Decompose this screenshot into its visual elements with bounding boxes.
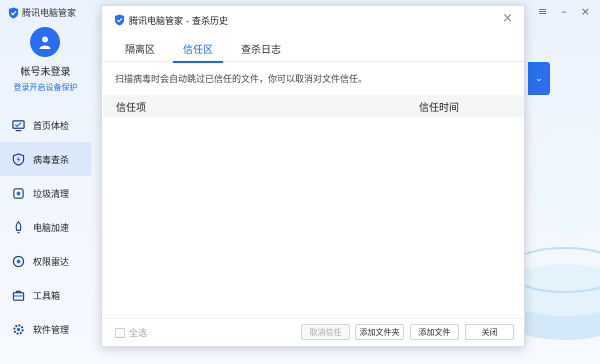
sidebar-item-label: 病毒查杀 — [33, 155, 70, 166]
column-trust-time: 信任时间 — [419, 102, 459, 114]
scan-options-dropdown-button[interactable]: ⌄ — [528, 62, 550, 95]
dialog-titlebar[interactable]: 腾讯电脑管家 - 查杀历史 — [102, 6, 524, 34]
sidebar-item-label: 工具箱 — [33, 291, 61, 302]
login-link[interactable]: 登录开启设备保护 — [0, 82, 91, 93]
radar-icon — [12, 255, 25, 267]
rocket-icon — [15, 220, 22, 233]
trust-table-header: 信任项 信任时间 — [103, 95, 524, 117]
scan-history-dialog: 腾讯电脑管家 - 查杀历史 × 隔离区 信任区 查杀日志 扫描病毒时会自动跳过已… — [101, 5, 525, 347]
dialog-title: 腾讯电脑管家 - 查杀历史 — [129, 16, 228, 27]
trust-notice-text: 扫描病毒时会自动跳过已信任的文件，你可以取消对文件信任。 — [115, 74, 368, 85]
column-trust-item: 信任项 — [116, 102, 146, 114]
sidebar-item-label: 首页体检 — [33, 121, 70, 132]
add-folder-button[interactable]: 添加文件夹 — [355, 324, 404, 340]
sidebar-item-junk-clean[interactable]: 垃圾清理 — [0, 176, 91, 210]
sidebar-item-software-manager[interactable]: 软件管理 — [0, 312, 91, 346]
sidebar-item-toolbox[interactable]: 工具箱 — [0, 278, 91, 312]
toolbox-icon — [12, 290, 25, 301]
left-sidebar: 腾讯电脑管家 帐号未登录 登录开启设备保护 首页体检 病毒查杀 垃圾清理 电脑加… — [0, 0, 91, 364]
dialog-tabs: 隔离区 信任区 查杀日志 — [102, 34, 524, 63]
select-all-label: 全选 — [129, 329, 148, 339]
sidebar-item-home-check[interactable]: 首页体检 — [0, 108, 91, 142]
dialog-footer: 全选 取消信任 添加文件夹 添加文件 关闭 — [103, 318, 524, 346]
avatar[interactable] — [30, 27, 60, 57]
broom-icon — [13, 187, 24, 199]
cancel-trust-button[interactable]: 取消信任 — [301, 324, 350, 340]
minimize-icon[interactable]: – — [561, 5, 567, 18]
sidebar-item-permission-radar[interactable]: 权限雷达 — [0, 244, 91, 278]
window-controls: ≡ – × — [538, 5, 590, 18]
sidebar-item-label: 权限雷达 — [33, 257, 70, 268]
tab-scan-log[interactable]: 查杀日志 — [231, 34, 291, 62]
dialog-close-icon[interactable]: × — [502, 12, 513, 26]
app-title: 腾讯电脑管家 — [22, 9, 77, 19]
app-title-bar: 腾讯电脑管家 — [8, 6, 76, 19]
tab-quarantine[interactable]: 隔离区 — [115, 34, 165, 62]
tab-trust-zone[interactable]: 信任区 — [173, 34, 223, 63]
sidebar-item-virus-scan[interactable]: 病毒查杀 — [0, 142, 91, 176]
trust-table-body — [103, 117, 524, 317]
chevron-down-icon: ⌄ — [535, 73, 543, 84]
sidebar-item-label: 软件管理 — [33, 325, 70, 336]
user-name: 帐号未登录 — [20, 67, 71, 78]
lightning-shield-icon — [12, 152, 25, 166]
tencent-shield-icon — [8, 7, 19, 18]
close-button[interactable]: 关闭 — [465, 324, 514, 340]
select-all-checkbox[interactable] — [115, 328, 125, 338]
gear-app-icon — [13, 323, 24, 335]
sidebar-nav: 首页体检 病毒查杀 垃圾清理 电脑加速 权限雷达 工具箱 软件管理 — [0, 108, 91, 346]
monitor-icon — [12, 119, 25, 131]
sidebar-item-speedup[interactable]: 电脑加速 — [0, 210, 91, 244]
menu-icon[interactable]: ≡ — [538, 5, 547, 18]
sidebar-item-label: 垃圾清理 — [33, 189, 70, 200]
tencent-shield-icon — [114, 14, 125, 26]
close-icon[interactable]: × — [581, 5, 590, 18]
add-file-button[interactable]: 添加文件 — [410, 324, 459, 340]
user-icon — [39, 36, 51, 49]
sidebar-item-label: 电脑加速 — [33, 223, 70, 234]
